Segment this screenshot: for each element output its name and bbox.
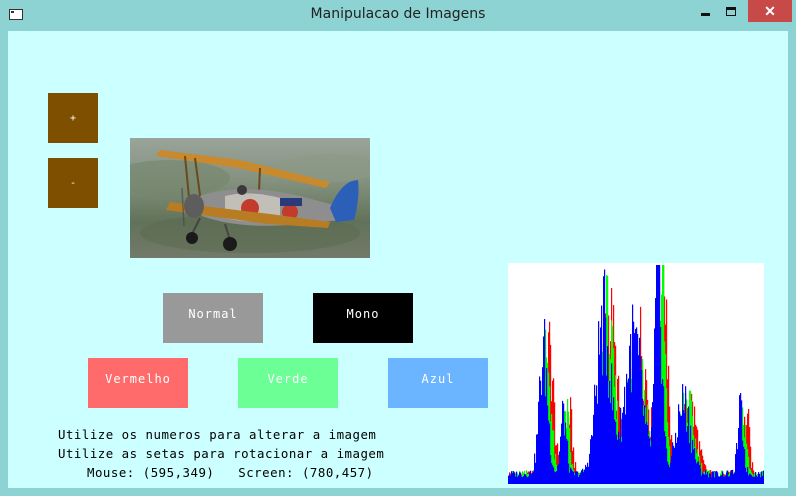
blue-channel-button[interactable]: Azul: [388, 358, 488, 408]
close-button[interactable]: ✕: [748, 0, 792, 22]
coordinates-readout: Mouse: (595,349) Screen: (780,457): [87, 465, 374, 480]
maximize-icon: [726, 6, 736, 16]
close-icon: ✕: [764, 2, 776, 19]
title-bar[interactable]: Manipulacao de Imagens ✕: [0, 0, 796, 31]
app-window: Manipulacao de Imagens ✕ + - Normal Mono…: [0, 0, 796, 496]
screen-label: Screen:: [238, 465, 294, 480]
normal-mode-button[interactable]: Normal: [163, 293, 263, 343]
mono-mode-button[interactable]: Mono: [313, 293, 413, 343]
mouse-label: Mouse:: [87, 465, 135, 480]
minimize-button[interactable]: [692, 0, 718, 22]
instruction-numbers: Utilize os numeros para alterar a imagem: [58, 427, 377, 442]
color-histogram: [508, 263, 765, 484]
minimize-icon: [700, 12, 710, 16]
screen-size: (780,457): [301, 465, 374, 480]
airplane-photo: [130, 138, 370, 258]
zoom-out-button[interactable]: -: [48, 158, 98, 208]
maximize-button[interactable]: [718, 0, 744, 22]
histogram-plot: [508, 265, 765, 484]
window-title: Manipulacao de Imagens: [310, 6, 486, 22]
canvas-area[interactable]: + - Normal Mono Vermelho Verde Azul Util…: [8, 31, 788, 488]
biplane-illustration: [130, 138, 370, 258]
red-channel-button[interactable]: Vermelho: [88, 358, 188, 408]
zoom-in-button[interactable]: +: [48, 93, 98, 143]
histogram-channel-blue: [508, 265, 765, 484]
histogram-bar: [763, 470, 765, 484]
instruction-arrows: Utilize as setas para rotacionar a image…: [58, 446, 385, 461]
mouse-coordinates: (595,349): [142, 465, 215, 480]
green-channel-button[interactable]: Verde: [238, 358, 338, 408]
